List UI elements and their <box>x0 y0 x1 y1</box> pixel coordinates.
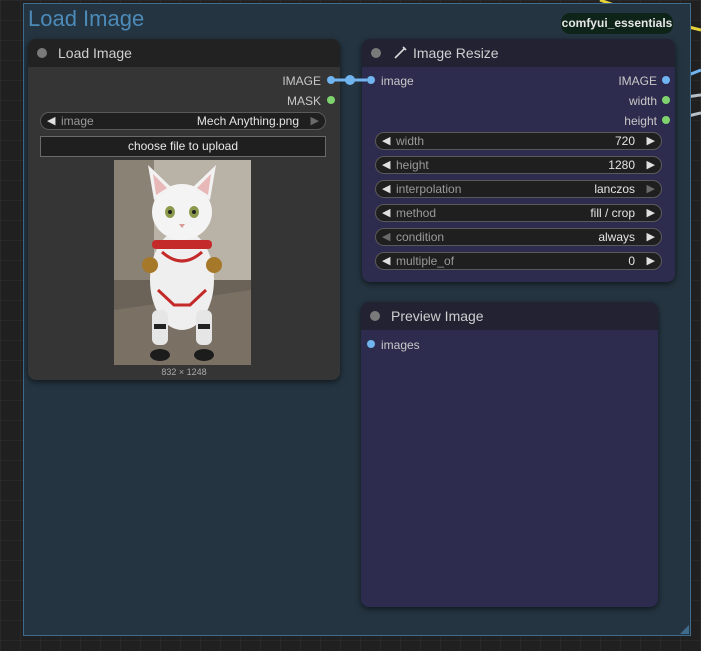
widget-label: interpolation <box>396 182 462 196</box>
arrow-left-icon[interactable]: ◀ <box>382 182 390 195</box>
condition-combo-widget[interactable]: ◀ condition always ▶ <box>375 228 662 246</box>
widget-label: height <box>396 158 429 172</box>
load-image-node[interactable]: Load Image IMAGE MASK ◀ image Mech Anyth… <box>28 39 340 380</box>
node-header[interactable]: Preview Image <box>361 302 658 330</box>
arrow-right-icon[interactable]: ▶ <box>647 254 655 267</box>
input-image-label: image <box>381 74 414 88</box>
preview-image-node[interactable]: Preview Image images <box>361 302 658 607</box>
widget-value: Mech Anything.png <box>196 114 299 128</box>
group-resize-handle[interactable] <box>680 625 689 634</box>
node-title: Preview Image <box>391 308 484 324</box>
arrow-right-icon[interactable]: ▶ <box>311 114 319 127</box>
collapse-dot-icon[interactable] <box>37 48 47 58</box>
node-title: Load Image <box>58 45 132 61</box>
height-number-widget[interactable]: ◀ height 1280 ▶ <box>375 156 662 174</box>
arrow-right-icon[interactable]: ▶ <box>647 206 655 219</box>
widget-label: width <box>396 134 425 148</box>
image-resize-node[interactable]: Image Resize image IMAGE width height ◀ … <box>362 39 675 282</box>
widget-label: multiple_of <box>396 254 455 268</box>
node-title: Image Resize <box>413 45 499 61</box>
output-image-slot[interactable] <box>327 76 335 84</box>
arrow-right-icon[interactable]: ▶ <box>647 158 655 171</box>
cat-robot-image <box>114 160 251 365</box>
output-image-slot[interactable] <box>662 76 670 84</box>
input-images-label: images <box>381 338 420 352</box>
method-combo-widget[interactable]: ◀ method fill / crop ▶ <box>375 204 662 222</box>
arrow-left-icon[interactable]: ◀ <box>382 134 390 147</box>
collapse-dot-icon[interactable] <box>370 311 380 321</box>
arrow-right-icon[interactable]: ▶ <box>647 134 655 147</box>
output-image-label: IMAGE <box>618 74 657 88</box>
node-header[interactable]: Image Resize <box>362 39 675 67</box>
widget-value: always <box>598 230 635 244</box>
arrow-left-icon[interactable]: ◀ <box>382 230 390 243</box>
output-width-slot[interactable] <box>662 96 670 104</box>
widget-value: 0 <box>628 254 635 268</box>
widget-label: method <box>396 206 437 220</box>
wand-icon <box>394 46 407 59</box>
upload-button[interactable]: choose file to upload <box>40 136 326 157</box>
interpolation-combo-widget[interactable]: ◀ interpolation lanczos ▶ <box>375 180 662 198</box>
arrow-left-icon[interactable]: ◀ <box>47 114 55 127</box>
group-title[interactable]: Load Image <box>28 6 144 32</box>
widget-label: condition <box>396 230 445 244</box>
widget-value: fill / crop <box>590 206 635 220</box>
input-images-slot[interactable] <box>367 340 375 348</box>
arrow-right-icon[interactable]: ▶ <box>647 230 655 243</box>
input-image-slot[interactable] <box>367 76 375 84</box>
multiple-of-number-widget[interactable]: ◀ multiple_of 0 ▶ <box>375 252 662 270</box>
widget-value: 1280 <box>608 158 635 172</box>
image-combo-widget[interactable]: ◀ image Mech Anything.png ▶ <box>40 112 326 130</box>
width-number-widget[interactable]: ◀ width 720 ▶ <box>375 132 662 150</box>
arrow-right-icon[interactable]: ▶ <box>647 182 655 195</box>
output-mask-label: MASK <box>286 94 321 108</box>
output-mask-slot[interactable] <box>327 96 335 104</box>
output-image-label: IMAGE <box>282 74 321 88</box>
output-height-label: height <box>624 114 657 128</box>
arrow-left-icon[interactable]: ◀ <box>382 158 390 171</box>
widget-value: 720 <box>614 134 635 148</box>
arrow-left-icon[interactable]: ◀ <box>382 206 390 219</box>
collapse-dot-icon[interactable] <box>371 48 381 58</box>
output-width-label: width <box>628 94 657 108</box>
output-height-slot[interactable] <box>662 116 670 124</box>
arrow-left-icon[interactable]: ◀ <box>382 254 390 267</box>
image-size-caption: 832 × 1248 <box>161 367 207 377</box>
essentials-badge: comfyui_essentials <box>561 13 673 34</box>
node-header[interactable]: Load Image <box>28 39 340 67</box>
widget-label: image <box>61 114 94 128</box>
widget-value: lanczos <box>594 182 635 196</box>
